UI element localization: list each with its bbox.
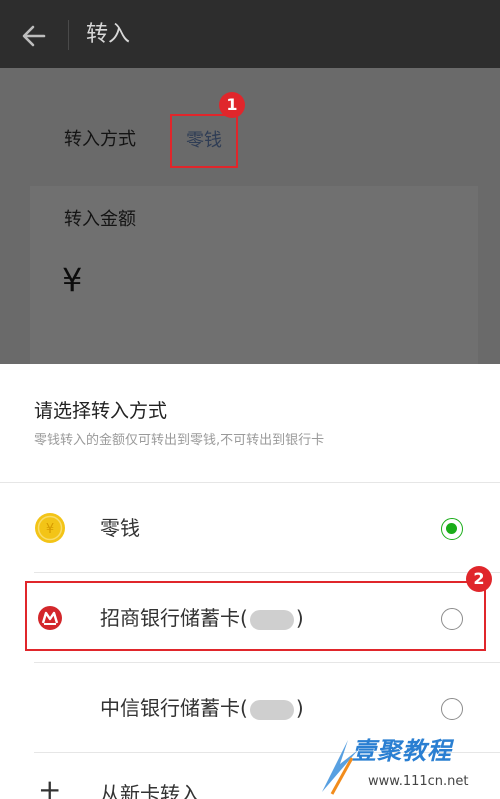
radio-selected[interactable] [441,518,463,540]
bank-name: 中信银行储蓄卡( [100,696,248,720]
currency-symbol[interactable]: ¥ [62,260,82,300]
transfer-in-form: 转入方式 零钱 1 转入金额 ¥ [0,68,500,364]
amount-label: 转入金额 [64,209,136,230]
option-label: 零钱 [100,516,140,540]
divider [0,482,500,483]
coin-icon: ¥ [34,512,66,544]
divider [34,662,500,663]
sheet-title: 请选择转入方式 [34,400,168,422]
annotation-highlight-box [25,581,486,651]
masked-card-number [249,699,294,720]
annotation-marker-2: 2 [466,566,492,592]
divider [34,572,500,573]
add-card-label[interactable]: 从新卡转入 [100,780,200,799]
radio-unselected[interactable] [441,698,463,720]
watermark-url: www.111cn.net [368,774,469,789]
option-change[interactable]: ¥ 零钱 [0,484,500,572]
transfer-method-selector[interactable]: 零钱 [170,114,238,168]
sheet-note: 零钱转入的金额仅可转出到零钱,不可转出到银行卡 [34,433,325,448]
watermark-text: 壹聚教程 [352,737,452,765]
amount-card: 转入金额 ¥ [30,186,478,364]
option-label: 中信银行储蓄卡() [100,694,304,722]
top-bar: 转入 [0,0,500,68]
title-divider [68,20,69,50]
transfer-method-label: 转入方式 [64,129,136,150]
plus-icon[interactable]: + [38,776,61,799]
annotation-marker-1: 1 [219,92,245,118]
label-suffix: ) [295,696,304,720]
svg-text:¥: ¥ [46,522,54,537]
page-title: 转入 [86,22,131,47]
back-arrow-icon[interactable] [16,18,52,54]
